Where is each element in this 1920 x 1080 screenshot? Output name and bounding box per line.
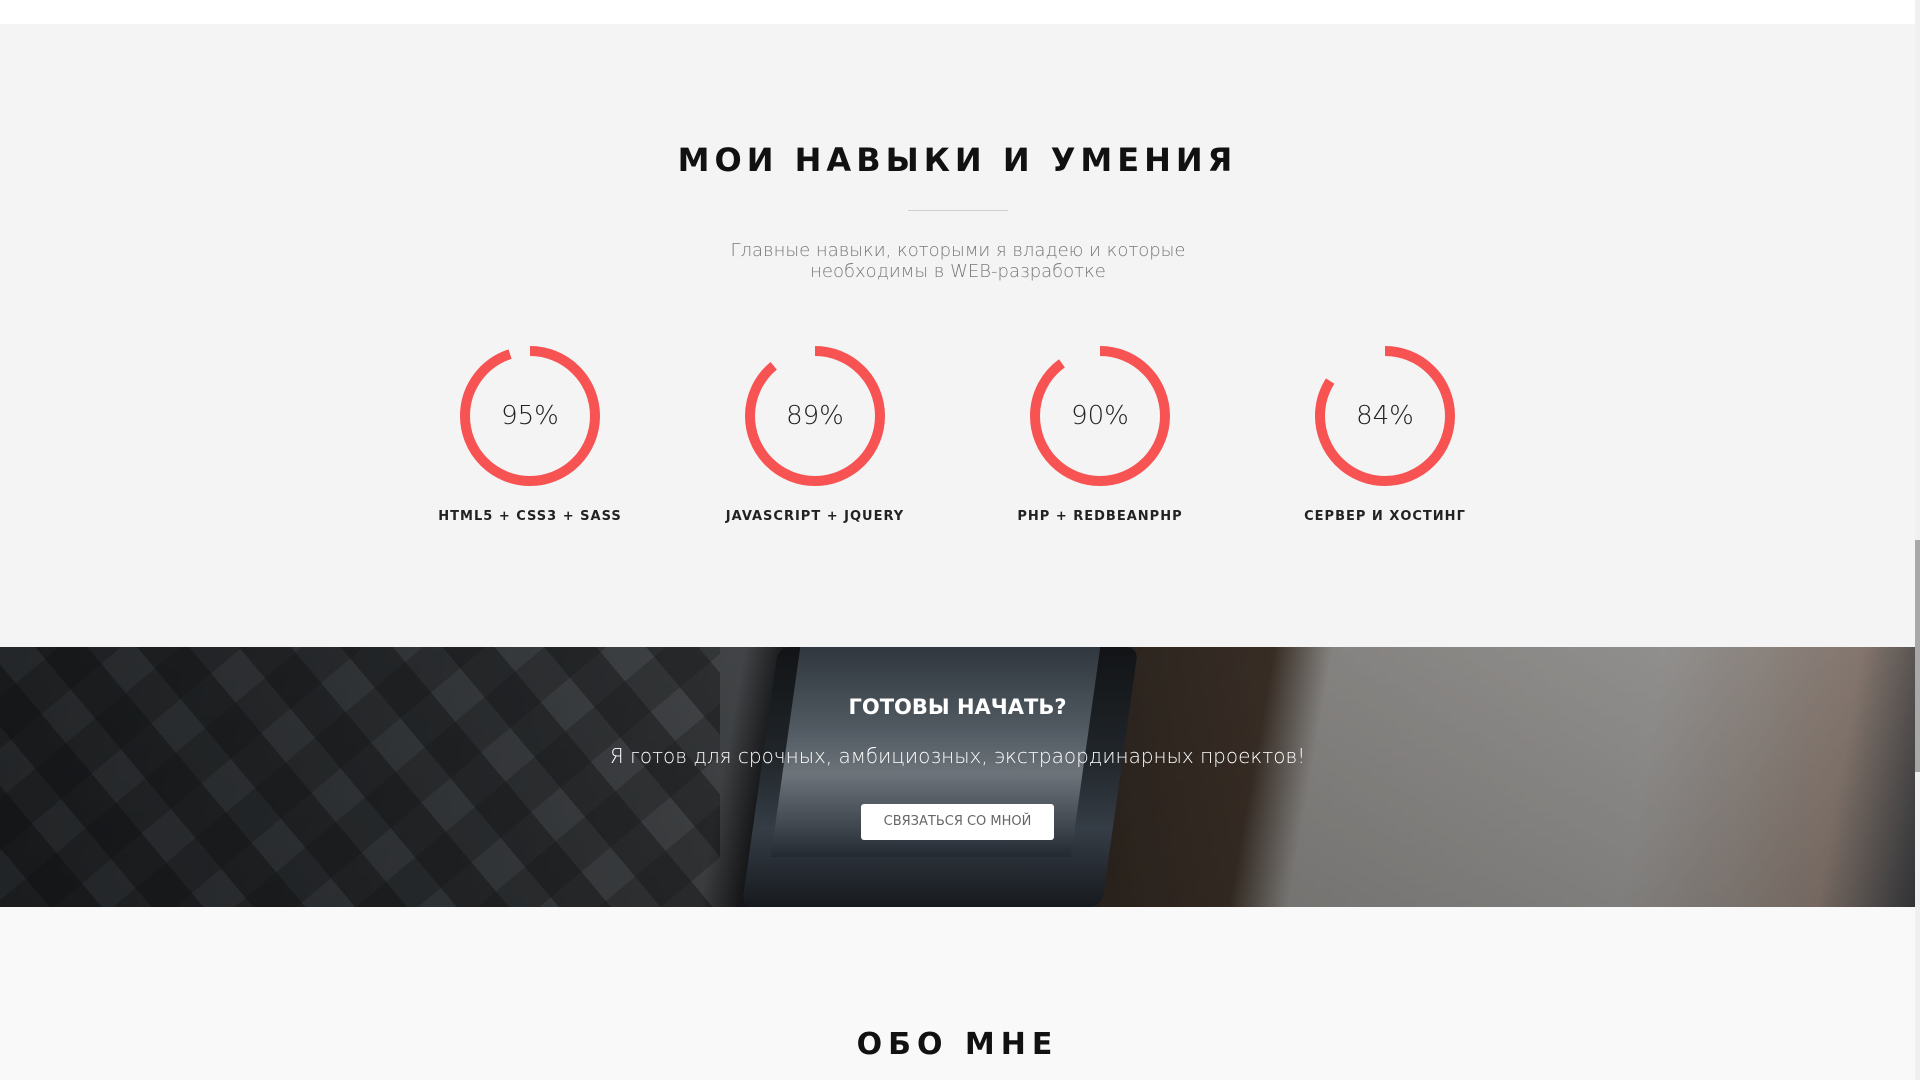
- contact-me-button[interactable]: СВЯЗАТЬСЯ СО МНОЙ: [861, 804, 1054, 840]
- skill-item-php: 90% PHP + REDBEANPHP: [990, 341, 1210, 524]
- scrollbar[interactable]: [1915, 0, 1920, 1080]
- cta-text: Я готов для срочных, амбициозных, экстра…: [609, 744, 1306, 768]
- skills-title: МОИ НАВЫКИ И УМЕНИЯ: [677, 141, 1238, 179]
- page: МОИ НАВЫКИ И УМЕНИЯ Главные навыки, кото…: [0, 0, 1920, 1080]
- about-section: ОБО МНЕ: [0, 907, 1915, 1080]
- cta-title: ГОТОВЫ НАЧАТЬ?: [848, 695, 1067, 719]
- skill-label: HTML5 + CSS3 + SASS: [438, 509, 622, 524]
- skill-item-javascript: 89% JAVASCRIPT + JQUERY: [705, 341, 925, 524]
- skill-item-server: 84% СЕРВЕР И ХОСТИНГ: [1275, 341, 1495, 524]
- cta-section: ГОТОВЫ НАЧАТЬ? Я готов для срочных, амби…: [0, 647, 1915, 907]
- about-title: ОБО МНЕ: [856, 1027, 1059, 1062]
- skill-item-html: 95% HTML5 + CSS3 + SASS: [420, 341, 640, 524]
- skill-percent: 90%: [1071, 401, 1129, 431]
- top-strip: [0, 0, 1915, 24]
- skill-label: СЕРВЕР И ХОСТИНГ: [1304, 509, 1466, 524]
- skills-section: МОИ НАВЫКИ И УМЕНИЯ Главные навыки, кото…: [0, 24, 1915, 647]
- skill-percent: 89%: [786, 401, 844, 431]
- skills-subtitle: Главные навыки, которыми я владею и кото…: [730, 240, 1186, 282]
- skill-percent: 95%: [501, 401, 559, 431]
- scrollbar-thumb[interactable]: [1915, 540, 1920, 772]
- cta-overlay: [0, 647, 1915, 907]
- skills-divider: [908, 210, 1008, 211]
- skill-label: JAVASCRIPT + JQUERY: [725, 509, 905, 524]
- skill-percent: 84%: [1356, 401, 1414, 431]
- skill-label: PHP + REDBEANPHP: [1017, 509, 1183, 524]
